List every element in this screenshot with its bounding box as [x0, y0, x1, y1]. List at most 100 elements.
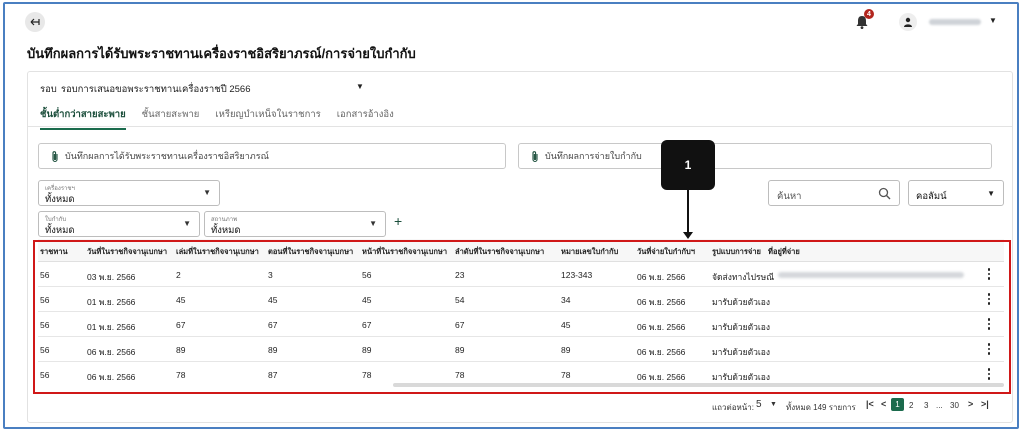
- attach-decoration-result-label: บันทึกผลการได้รับพระราชทานเครื่องราชอิสร…: [65, 151, 269, 161]
- table-cell: 06 พ.ย. 2566: [637, 297, 686, 307]
- table-cell: 45: [268, 295, 278, 305]
- prev-page-button[interactable]: <: [881, 399, 886, 409]
- table-cell: 89: [561, 345, 571, 355]
- attach-certificate-result-button[interactable]: บันทึกผลการจ่ายใบกำกับ: [518, 143, 992, 169]
- table-cell: 56: [362, 270, 372, 280]
- search-input[interactable]: ค้นหา: [768, 180, 900, 206]
- columns-label: คอลัมน์: [916, 191, 947, 202]
- first-page-button[interactable]: |<: [866, 399, 874, 409]
- column-header[interactable]: รูปแบบการจ่าย: [712, 246, 761, 258]
- table-cell: 01 พ.ย. 2566: [87, 297, 136, 307]
- table-cell: 56: [40, 320, 50, 330]
- address-blurred: [778, 272, 964, 278]
- paperclip-icon: [532, 150, 538, 162]
- column-header[interactable]: ลำดับที่ในราชกิจจานุเบกษา: [455, 246, 544, 258]
- status-filter-select[interactable]: สถานภาพ ทั้งหมด ▼: [204, 211, 386, 237]
- table-cell: 01 พ.ย. 2566: [87, 322, 136, 332]
- table-cell: 123-343: [561, 270, 593, 280]
- round-label: รอบ: [40, 84, 57, 95]
- chevron-down-icon[interactable]: ▼: [770, 401, 777, 408]
- decoration-filter-select[interactable]: เครื่องราชฯ ทั้งหมด ▼: [38, 180, 220, 206]
- user-avatar[interactable]: [899, 13, 917, 31]
- table-cell: 87: [268, 370, 278, 380]
- table-cell: 06 พ.ย. 2566: [87, 372, 136, 382]
- add-filter-button[interactable]: +: [394, 213, 402, 229]
- more-vert-icon[interactable]: [986, 343, 992, 355]
- more-vert-icon[interactable]: [986, 293, 992, 305]
- column-header[interactable]: วันที่ในราชกิจจานุเบกษา: [87, 246, 167, 258]
- table-cell: 06 พ.ย. 2566: [637, 347, 686, 357]
- column-header[interactable]: ที่อยู่ที่จ่าย: [768, 246, 800, 258]
- table-cell: มารับด้วยตัวเอง: [712, 322, 771, 332]
- column-header[interactable]: เล่มที่ในราชกิจจานุเบกษา: [176, 246, 259, 258]
- decoration-filter-value: ทั้งหมด: [45, 194, 75, 205]
- chevron-down-icon: ▼: [183, 219, 191, 228]
- table-row[interactable]: 56 03 พ.ย. 2566 2 3 56 23 123-343 06 พ.ย…: [38, 262, 1004, 287]
- horizontal-scrollbar[interactable]: [393, 383, 1004, 387]
- table-cell: 78: [362, 370, 372, 380]
- table-cell: 89: [362, 345, 372, 355]
- last-page-button[interactable]: >|: [981, 399, 989, 409]
- column-header[interactable]: วันที่จ่ายใบกำกับฯ: [637, 246, 695, 258]
- chevron-down-icon: ▼: [203, 188, 211, 197]
- table-cell: 23: [455, 270, 465, 280]
- table-cell: 06 พ.ย. 2566: [637, 372, 686, 382]
- attach-decoration-result-button[interactable]: บันทึกผลการได้รับพระราชทานเครื่องราชอิสร…: [38, 143, 506, 169]
- table-cell: 06 พ.ย. 2566: [87, 347, 136, 357]
- page-button[interactable]: 30: [950, 401, 959, 410]
- table-cell: 67: [176, 320, 186, 330]
- table-row[interactable]: 56 01 พ.ย. 2566 67 67 67 67 45 06 พ.ย. 2…: [38, 312, 1004, 337]
- notification-badge: 4: [864, 9, 874, 19]
- next-page-button[interactable]: >: [968, 399, 973, 409]
- column-header[interactable]: ราชทาน: [40, 246, 68, 258]
- certificate-filter-select[interactable]: ใบกำกับ ทั้งหมด ▼: [38, 211, 200, 237]
- table-cell: 45: [561, 320, 571, 330]
- round-value: รอบการเสนอขอพระราชทานเครื่องราชปี 2566: [60, 84, 251, 95]
- table-cell: 3: [268, 270, 273, 280]
- page-button[interactable]: 2: [909, 401, 913, 410]
- search-placeholder: ค้นหา: [777, 191, 802, 202]
- certificate-filter-value: ทั้งหมด: [45, 225, 75, 236]
- back-button[interactable]: [25, 12, 45, 32]
- column-header[interactable]: หมายเลขใบกำกับ: [561, 246, 618, 258]
- table-cell: 67: [268, 320, 278, 330]
- results-table: ราชทาน วันที่ในราชกิจจานุเบกษา เล่มที่ใน…: [38, 239, 1004, 387]
- callout-badge: 1: [661, 140, 715, 190]
- callout-arrow: [687, 190, 689, 234]
- round-select[interactable]: รอบ รอบการเสนอขอพระราชทานเครื่องราชปี 25…: [40, 82, 251, 97]
- table-cell: 06 พ.ย. 2566: [637, 322, 686, 332]
- status-filter-value: ทั้งหมด: [211, 225, 241, 236]
- chevron-down-icon[interactable]: ▼: [356, 82, 364, 91]
- app-window: 4 ▼ บันทึกผลการได้รับพระราชทานเครื่องราช…: [3, 2, 1019, 429]
- rows-per-page-select[interactable]: 5: [756, 399, 762, 410]
- pagination: แถวต่อหน้า: 5 ▼ ทั้งหมด 149 รายการ |< < …: [28, 398, 1012, 416]
- table-cell: 34: [561, 295, 571, 305]
- table-cell: 56: [40, 370, 50, 380]
- more-vert-icon[interactable]: [986, 268, 992, 280]
- callout-arrow-head: [683, 232, 693, 239]
- user-name-blurred: [929, 19, 981, 25]
- page-button-active[interactable]: 1: [891, 398, 904, 411]
- main-card: รอบ รอบการเสนอขอพระราชทานเครื่องราชปี 25…: [27, 71, 1013, 423]
- tabs-divider: [28, 126, 1012, 127]
- chevron-down-icon: ▼: [987, 189, 995, 198]
- column-header[interactable]: ตอนที่ในราชกิจจานุเบกษา: [268, 246, 353, 258]
- search-icon[interactable]: [878, 187, 891, 200]
- columns-select[interactable]: คอลัมน์ ▼: [908, 180, 1004, 206]
- table-row[interactable]: 56 06 พ.ย. 2566 89 89 89 89 89 06 พ.ย. 2…: [38, 337, 1004, 362]
- page-button[interactable]: 3: [924, 401, 928, 410]
- table-cell: 45: [362, 295, 372, 305]
- paperclip-icon: [52, 150, 58, 162]
- table-cell: 45: [176, 295, 186, 305]
- back-arrow-icon: [30, 18, 40, 26]
- page-title: บันทึกผลการได้รับพระราชทานเครื่องราชอิสร…: [27, 46, 416, 61]
- more-vert-icon[interactable]: [986, 318, 992, 330]
- table-row[interactable]: 56 01 พ.ย. 2566 45 45 45 54 34 06 พ.ย. 2…: [38, 287, 1004, 312]
- table-cell: 06 พ.ย. 2566: [637, 272, 686, 282]
- top-bar: 4 ▼: [5, 4, 1017, 38]
- table-cell: 89: [455, 345, 465, 355]
- chevron-down-icon[interactable]: ▼: [989, 16, 997, 25]
- column-header[interactable]: หน้าที่ในราชกิจจานุเบกษา: [362, 246, 447, 258]
- page-ellipsis: ...: [936, 401, 943, 410]
- more-vert-icon[interactable]: [986, 368, 992, 380]
